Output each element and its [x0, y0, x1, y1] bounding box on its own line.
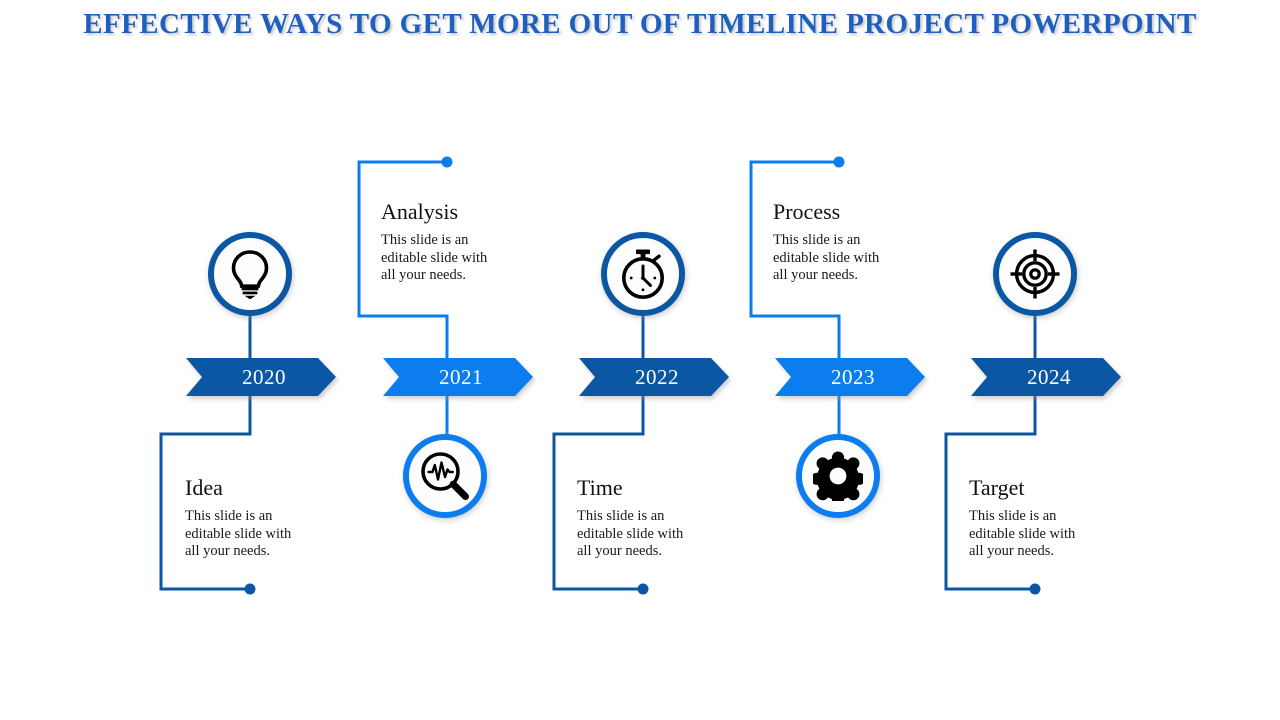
milestone-text-analysis: Analysis This slide is an editable slide… — [381, 200, 566, 285]
milestone-chevron-2022[interactable]: 2022 — [579, 358, 729, 396]
gear-icon-circle[interactable] — [796, 434, 880, 518]
magnifier-pulse-icon-circle[interactable] — [403, 434, 487, 518]
milestone-text-time: Time This slide is an editable slide wit… — [577, 476, 762, 561]
milestone-body-line: This slide is an — [381, 232, 469, 249]
milestone-heading: Idea — [185, 475, 223, 500]
lightbulb-icon — [231, 250, 269, 299]
lightbulb-icon-circle[interactable] — [208, 232, 292, 316]
milestone-body-line: all your needs. — [381, 267, 466, 284]
milestone-body: This slide is an editable slide with all… — [381, 232, 566, 285]
timeline-slide: EFFECTIVE WAYS TO GET MORE OUT OF TIMELI… — [0, 0, 1280, 720]
milestone-text-process: Process This slide is an editable slide … — [773, 200, 958, 285]
milestone-body-line: all your needs. — [577, 543, 662, 560]
milestone-body-line: editable slide with — [381, 249, 488, 266]
milestone-chevron-2023[interactable]: 2023 — [775, 358, 925, 396]
stopwatch-icon — [621, 249, 665, 300]
milestone-body-line: This slide is an — [577, 508, 665, 525]
milestone-body-line: This slide is an — [773, 232, 861, 249]
milestone-year-label: 2022 — [635, 365, 679, 389]
milestone-heading: Target — [969, 475, 1025, 500]
milestone-body-line: editable slide with — [773, 249, 880, 266]
milestone-heading: Analysis — [381, 199, 458, 224]
target-crosshair-icon — [1010, 249, 1060, 299]
connector-dot-2022 — [637, 583, 649, 595]
milestone-body-line: all your needs. — [969, 543, 1054, 560]
milestone-chevron-2021[interactable]: 2021 — [383, 358, 533, 396]
milestone-chevron-2020[interactable]: 2020 — [186, 358, 336, 396]
connector-dot-2020 — [244, 583, 256, 595]
milestone-chevron-2024[interactable]: 2024 — [971, 358, 1121, 396]
milestone-body: This slide is an editable slide with all… — [969, 508, 1154, 561]
milestone-body-line: all your needs. — [185, 543, 270, 560]
stopwatch-icon-circle[interactable] — [601, 232, 685, 316]
target-crosshair-icon-circle[interactable] — [993, 232, 1077, 316]
milestone-year-label: 2021 — [439, 365, 483, 389]
milestone-body-line: editable slide with — [969, 525, 1076, 542]
milestone-year-label: 2024 — [1027, 365, 1071, 389]
milestone-heading: Process — [773, 199, 841, 224]
connector-dot-2021 — [441, 156, 453, 168]
milestone-body-line: This slide is an — [969, 508, 1057, 525]
milestone-year-label: 2020 — [242, 365, 286, 389]
milestone-body-line: editable slide with — [185, 525, 292, 542]
milestone-text-idea: Idea This slide is an editable slide wit… — [185, 476, 370, 561]
magnifier-pulse-icon — [421, 452, 469, 500]
connector-dot-2024 — [1029, 583, 1041, 595]
milestone-body-line: all your needs. — [773, 267, 858, 284]
milestone-body: This slide is an editable slide with all… — [185, 508, 370, 561]
milestone-heading: Time — [577, 475, 623, 500]
milestone-body: This slide is an editable slide with all… — [577, 508, 762, 561]
milestone-year-label: 2023 — [831, 365, 875, 389]
milestone-text-target: Target This slide is an editable slide w… — [969, 476, 1154, 561]
milestone-body-line: This slide is an — [185, 508, 273, 525]
milestone-body: This slide is an editable slide with all… — [773, 232, 958, 285]
gear-icon — [813, 451, 863, 501]
milestone-body-line: editable slide with — [577, 525, 684, 542]
connector-dot-2023 — [833, 156, 845, 168]
